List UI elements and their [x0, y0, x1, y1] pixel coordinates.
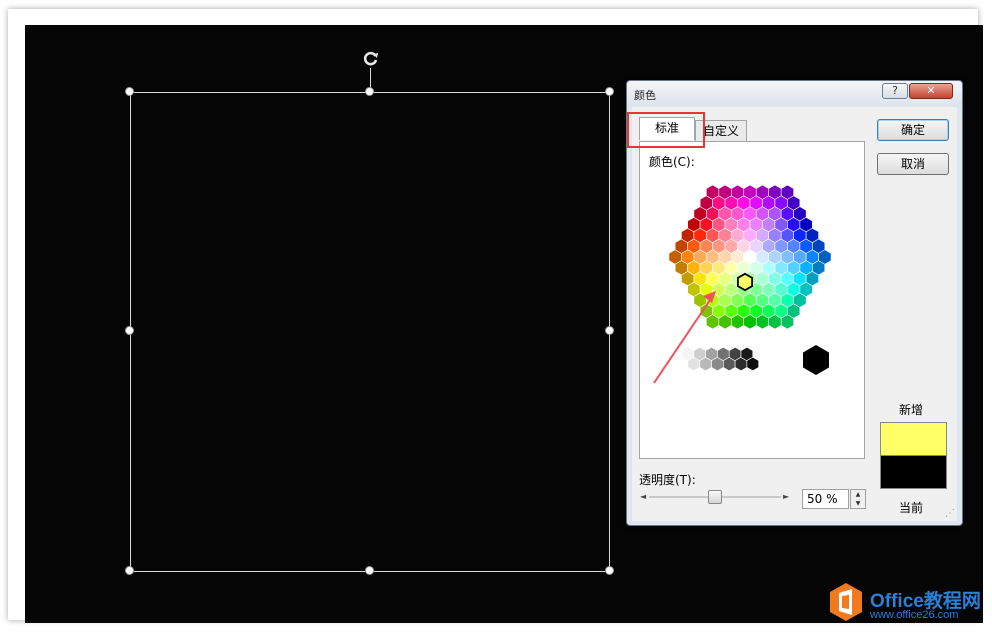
slider-thumb[interactable] — [708, 490, 722, 504]
current-color-label: 当前 — [899, 501, 924, 515]
watermark-logo: Office教程网 www.office26.com — [828, 582, 988, 626]
resize-handle-top[interactable] — [365, 87, 374, 96]
resize-handle-bottom-left[interactable] — [125, 566, 134, 575]
black-swatch-hex[interactable] — [803, 345, 829, 375]
dialog-title: 颜色 — [634, 89, 656, 102]
color-hexagon-picker[interactable] — [650, 172, 850, 352]
selected-shape[interactable] — [130, 92, 610, 572]
standard-tab-panel: 颜色(C): — [639, 141, 865, 459]
resize-handle-bottom-right[interactable] — [605, 566, 614, 575]
help-button[interactable]: ? — [882, 83, 908, 99]
transparency-input[interactable]: 50 % — [802, 489, 849, 509]
ok-button[interactable]: 确定 — [877, 119, 949, 141]
slider-right-arrow-icon[interactable]: ► — [783, 492, 789, 501]
close-button[interactable]: ✕ — [909, 83, 953, 99]
current-color-swatch — [880, 455, 947, 489]
new-color-label: 新增 — [899, 403, 924, 417]
resize-handle-bottom[interactable] — [365, 566, 374, 575]
cancel-button[interactable]: 取消 — [877, 153, 949, 175]
transparency-label: 透明度(T): — [639, 473, 696, 487]
gray-swatch-hex[interactable] — [746, 356, 759, 372]
office-logo-icon — [830, 583, 862, 621]
resize-handle-left[interactable] — [125, 326, 134, 335]
slider-left-arrow-icon[interactable]: ◄ — [640, 492, 646, 501]
dialog-client: 颜色(C): 自定义 标准 确定 取消 新增 当前 透明度(T): ◄ ► 50… — [632, 107, 957, 521]
new-color-swatch — [880, 422, 947, 455]
watermark-url: www.office26.com — [870, 609, 959, 621]
selected-color-indicator[interactable] — [737, 272, 753, 292]
transparency-spinner[interactable]: ▲ ▼ — [850, 489, 866, 509]
transparency-slider[interactable]: ◄ ► — [639, 489, 791, 505]
resize-handle-top-right[interactable] — [605, 87, 614, 96]
dialog-titlebar[interactable]: 颜色 ? ✕ — [627, 81, 962, 107]
resize-grip-icon[interactable]: ⋰ — [945, 508, 955, 519]
resize-handle-top-left[interactable] — [125, 87, 134, 96]
colors-label: 颜色(C): — [649, 155, 695, 169]
resize-handle-right[interactable] — [605, 326, 614, 335]
rotate-handle-icon[interactable] — [360, 47, 382, 69]
tab-standard[interactable]: 标准 — [639, 117, 695, 140]
grayscale-picker[interactable] — [680, 340, 840, 380]
